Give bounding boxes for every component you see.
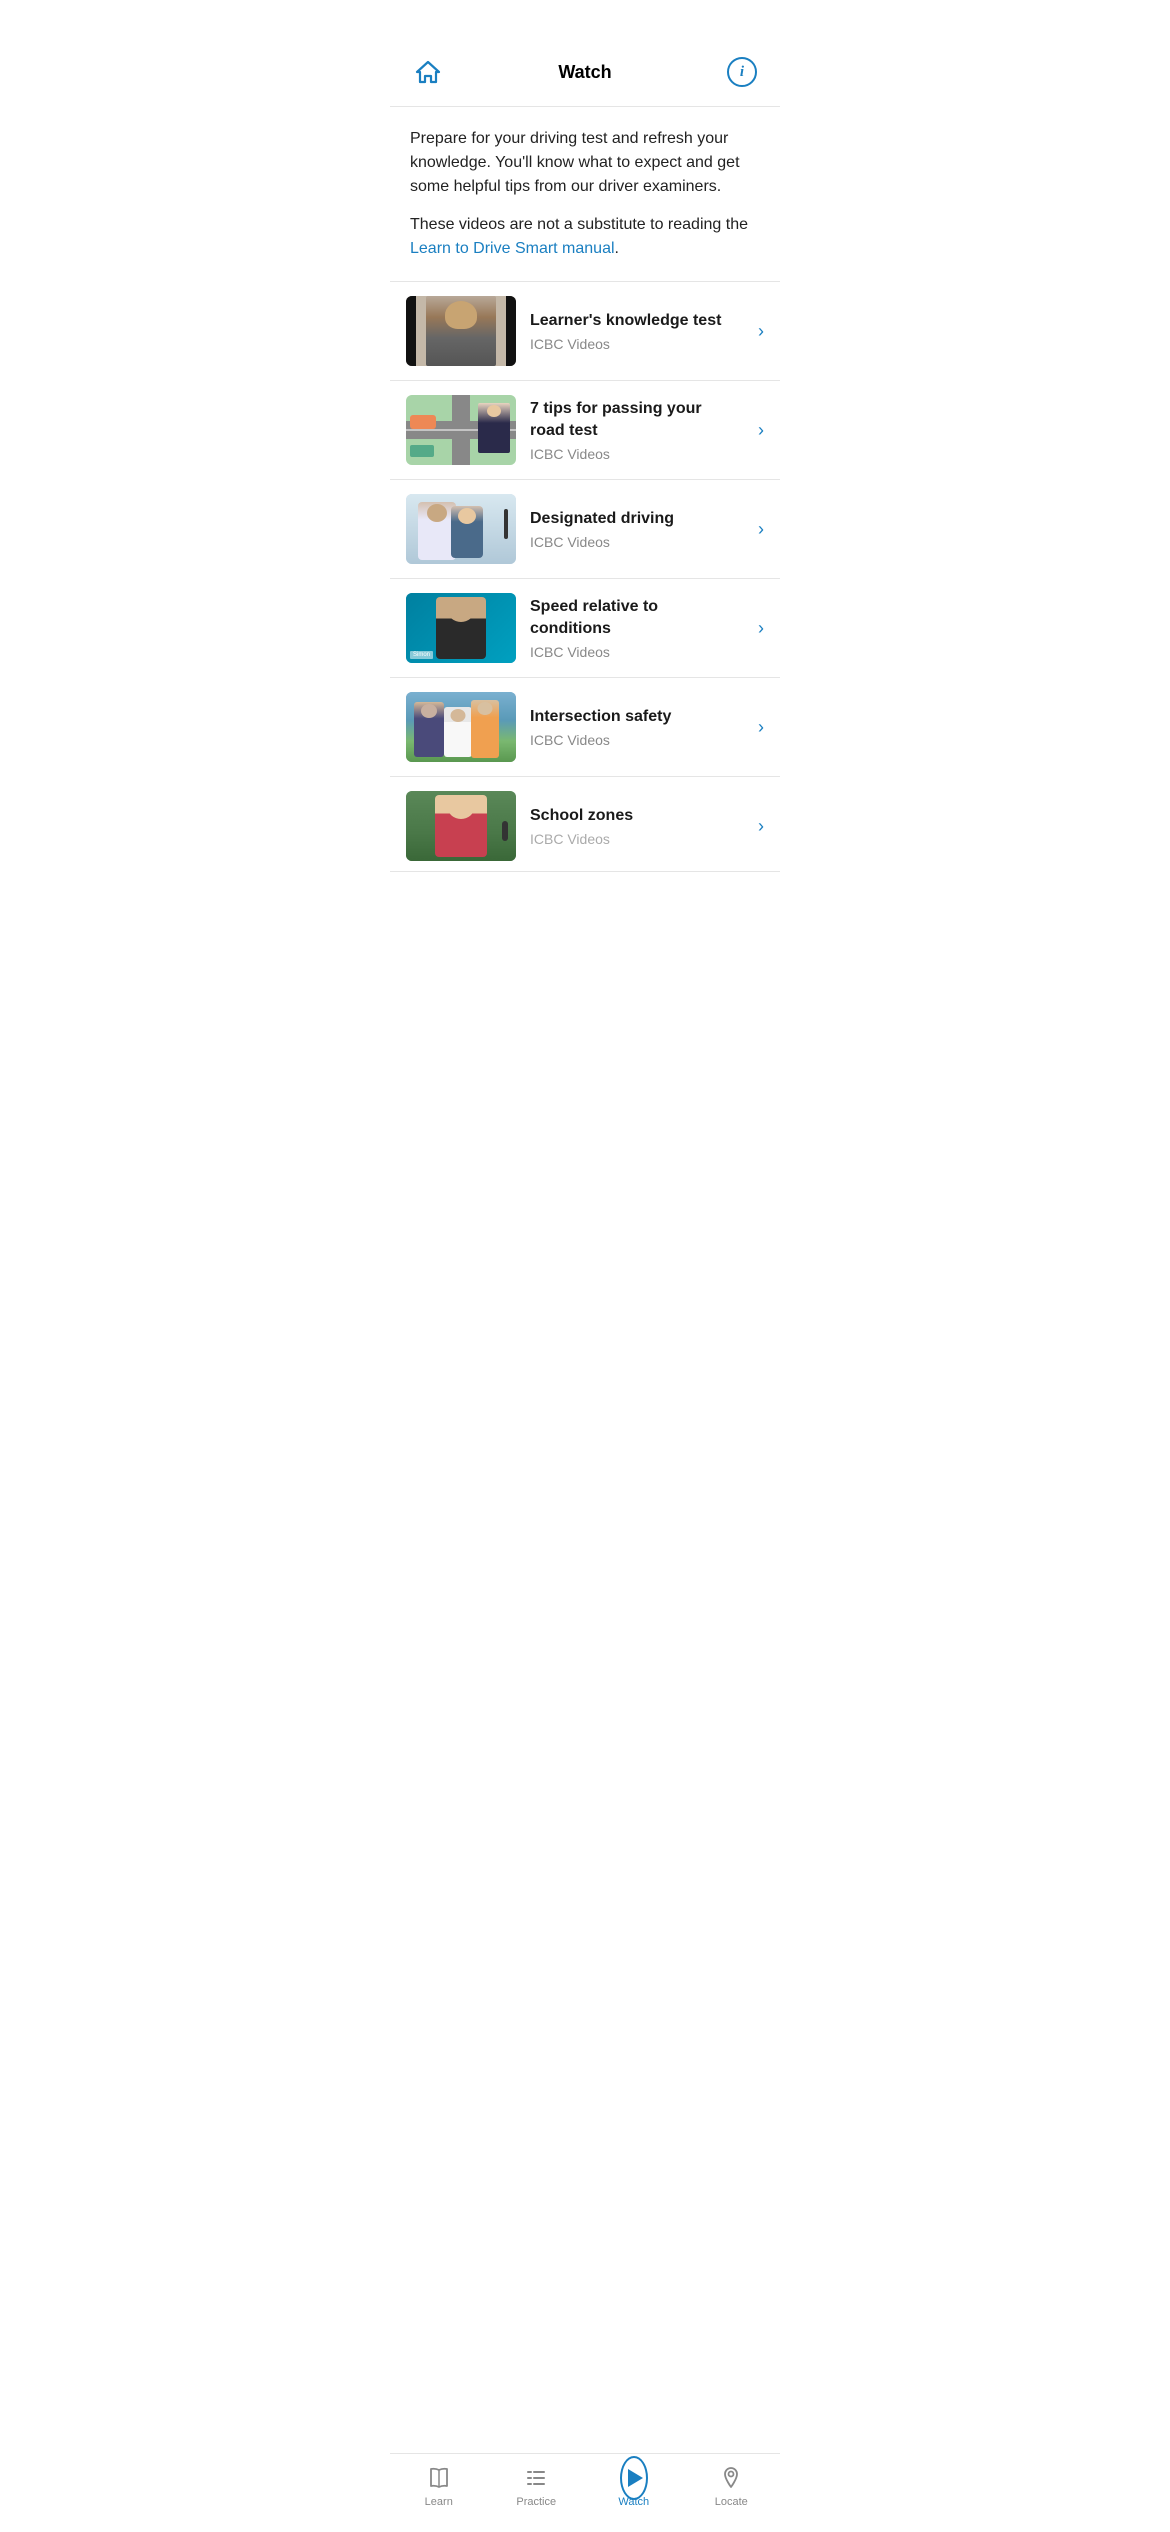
- nav-item-locate[interactable]: Locate: [701, 2464, 761, 2508]
- chevron-right-icon: ›: [758, 717, 764, 738]
- info-icon: i: [727, 57, 757, 87]
- video-channel: ICBC Videos: [530, 644, 738, 660]
- header: Watch i: [390, 0, 780, 107]
- video-channel: ICBC Videos: [530, 336, 738, 352]
- video-list: Learner's knowledge test ICBC Videos ›: [390, 282, 780, 872]
- video-channel: ICBC Videos: [530, 534, 738, 550]
- video-thumbnail: [406, 395, 516, 465]
- video-item[interactable]: Intersection safety ICBC Videos ›: [390, 678, 780, 777]
- video-channel: ICBC Videos: [530, 732, 738, 748]
- nav-item-learn[interactable]: Learn: [409, 2464, 469, 2508]
- info-button[interactable]: i: [724, 54, 760, 90]
- video-channel: ICBC Videos: [530, 831, 738, 847]
- chevron-right-icon: ›: [758, 618, 764, 639]
- video-title: 7 tips for passing your road test: [530, 398, 738, 441]
- list-icon: [522, 2464, 550, 2492]
- video-info: 7 tips for passing your road test ICBC V…: [530, 398, 738, 461]
- chevron-right-icon: ›: [758, 816, 764, 837]
- intro-main-text: Prepare for your driving test and refres…: [410, 127, 760, 199]
- page-title: Watch: [558, 62, 611, 83]
- video-item[interactable]: Designated driving ICBC Videos ›: [390, 480, 780, 579]
- video-title: School zones: [530, 805, 738, 827]
- play-icon: [620, 2464, 648, 2492]
- content-area: Prepare for your driving test and refres…: [390, 107, 780, 952]
- video-title: Intersection safety: [530, 706, 738, 728]
- video-info: Designated driving ICBC Videos: [530, 508, 738, 550]
- video-item[interactable]: Simon Speed relative to conditions ICBC …: [390, 579, 780, 678]
- nav-item-practice[interactable]: Practice: [506, 2464, 566, 2508]
- video-thumbnail: [406, 296, 516, 366]
- intro-section: Prepare for your driving test and refres…: [390, 107, 780, 282]
- video-item[interactable]: School zones ICBC Videos ›: [390, 777, 780, 872]
- video-thumbnail: [406, 692, 516, 762]
- book-icon: [425, 2464, 453, 2492]
- chevron-right-icon: ›: [758, 321, 764, 342]
- video-thumbnail: [406, 494, 516, 564]
- video-item[interactable]: Learner's knowledge test ICBC Videos ›: [390, 282, 780, 381]
- video-info: Intersection safety ICBC Videos: [530, 706, 738, 748]
- learn-to-drive-link[interactable]: Learn to Drive Smart manual: [410, 240, 615, 257]
- video-info: Learner's knowledge test ICBC Videos: [530, 310, 738, 352]
- video-thumbnail: Simon: [406, 593, 516, 663]
- home-icon: [414, 59, 442, 85]
- nav-label-learn: Learn: [425, 2496, 453, 2508]
- nav-label-locate: Locate: [715, 2496, 748, 2508]
- chevron-right-icon: ›: [758, 519, 764, 540]
- video-item[interactable]: 7 tips for passing your road test ICBC V…: [390, 381, 780, 480]
- video-channel: ICBC Videos: [530, 446, 738, 462]
- nav-label-watch: Watch: [618, 2496, 649, 2508]
- video-info: Speed relative to conditions ICBC Videos: [530, 596, 738, 659]
- video-info: School zones ICBC Videos: [530, 805, 738, 847]
- video-title: Designated driving: [530, 508, 738, 530]
- video-thumbnail: [406, 791, 516, 861]
- nav-item-watch[interactable]: Watch: [604, 2464, 664, 2508]
- chevron-right-icon: ›: [758, 420, 764, 441]
- location-icon: [717, 2464, 745, 2492]
- intro-link-text: These videos are not a substitute to rea…: [410, 213, 760, 261]
- video-title: Speed relative to conditions: [530, 596, 738, 639]
- video-title: Learner's knowledge test: [530, 310, 738, 332]
- nav-label-practice: Practice: [516, 2496, 556, 2508]
- home-button[interactable]: [410, 54, 446, 90]
- bottom-nav: Learn Practice Watch: [390, 2453, 780, 2532]
